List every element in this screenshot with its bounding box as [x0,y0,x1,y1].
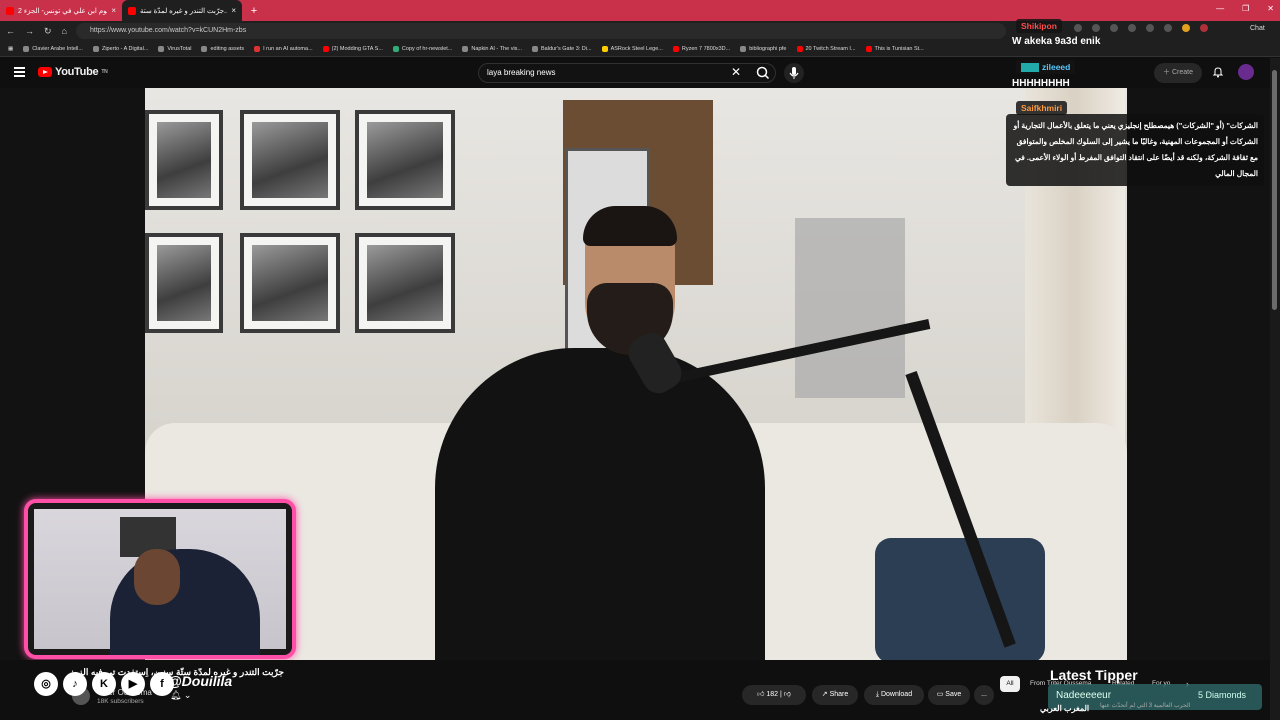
bookmark[interactable]: ASRock Steel Lege... [601,45,663,52]
maximize-icon[interactable]: ❐ [1242,4,1249,13]
scrollbar-thumb[interactable] [1272,70,1277,310]
bookmark[interactable]: Ziperto - A Digital... [92,45,148,52]
profile-icon[interactable] [1200,24,1208,32]
avatar[interactable] [1238,64,1254,80]
bookmark[interactable]: Copy of hr-newslet... [392,45,452,52]
tab-title: آخر يوم ابن علي في تونس- الجزء 2 [18,7,107,15]
extension-icon[interactable] [1074,24,1082,32]
youtube-icon [128,6,136,15]
home-icon[interactable]: ⌂ [62,26,67,36]
bookmark[interactable]: Clavier Arabe Intell... [23,45,83,52]
webcam-feed [34,509,286,655]
extension-icon[interactable] [1128,24,1136,32]
chat-username: Saifkhmiri [1016,101,1068,115]
address-bar[interactable]: https://www.youtube.com/watch?v=kCUN2Hm-… [76,23,1006,39]
recommended-title[interactable]: المغرب العربي [1040,704,1089,713]
wall-frame [145,110,223,210]
extension-icon[interactable] [1110,24,1118,32]
speaker-hair [583,206,677,246]
bookmark[interactable]: (2) Modding GTA S... [322,45,383,52]
chat-message: الشركات" (أو "الشركات") هيمصطلح إنجليزي … [1006,114,1264,186]
bookmark[interactable]: I run an AI automa... [254,45,313,52]
forward-icon[interactable]: → [25,26,34,36]
search-icon[interactable] [750,63,776,83]
tipper-name: Nadeeeeeur [1056,690,1112,701]
social-icons: ◎ ♪ K ▶ f [34,672,174,696]
badge-icon [1021,63,1039,73]
bookmark[interactable]: Napkin AI - The vis... [462,45,522,52]
kick-icon: K [92,672,116,696]
download-button[interactable]: ⤓ Download [864,685,924,705]
save-button[interactable]: ▭ Save [928,685,970,705]
mic-icon[interactable] [784,63,804,83]
back-icon[interactable]: ← [6,26,15,36]
speaker [435,348,765,660]
chat-username: Shikipon [1016,19,1062,33]
like-button[interactable]: 👍︎ 182 | 👎︎ [742,685,806,705]
streamer-face [134,549,180,605]
subscriber-count: 18K subscribers [97,698,144,705]
close-window-icon[interactable]: ✕ [1267,4,1274,13]
youtube-icon [6,6,14,15]
wall-frame [145,233,223,333]
recommended-subtitle[interactable]: الحرب العالمية 3 التي لم أتحدّث عنها [1100,702,1190,709]
browser-tab-active[interactable]: جرّبت التندر و غيره لمدّة ستة... × [122,0,242,21]
extension-icon[interactable] [1146,24,1154,32]
extension-icon[interactable] [1164,24,1172,32]
chip-all[interactable]: All [1000,676,1020,692]
create-button[interactable]: ＋ Create [1154,63,1202,83]
youtube-logo[interactable]: YouTube TN [38,66,108,78]
extension-icon[interactable] [1092,24,1100,32]
share-button[interactable]: ↗ Share [812,685,858,705]
chat-message: W akeka 9a3d enik [1012,36,1101,47]
streamer-handle: @Douilila [168,673,233,689]
new-tab-button[interactable]: + [246,5,262,17]
bookmark[interactable]: Ryzen 7 7800x3D... [672,45,730,52]
extension-icons [1074,24,1208,32]
bookmark[interactable]: 20 Twitch Stream I... [796,45,856,52]
minimize-icon[interactable]: — [1216,4,1224,13]
bookmark[interactable]: Baldur's Gate 3: Di... [532,45,592,52]
wall-frame [240,110,340,210]
youtube-icon: ▶ [121,672,145,696]
pillow [875,538,1045,660]
bookmark[interactable]: VirusTotal [158,45,191,52]
tiktok-icon: ♪ [63,672,87,696]
youtube-play-icon [38,67,52,77]
chat-message: HHHHHHHH [1012,78,1070,89]
menu-icon[interactable] [14,67,25,77]
window-controls: — ❐ ✕ [1216,4,1274,13]
wall-frame [355,233,455,333]
latest-tipper-title: Latest Tipper [1050,667,1138,683]
cabinet [795,218,905,398]
bookmark[interactable]: bibliographi pfe [740,45,787,52]
youtube-header: YouTube TN laya breaking news ✕ ＋ Create [0,58,1280,88]
browser-tab-strip: آخر يوم ابن علي في تونس- الجزء 2 × جرّبت… [0,0,1280,21]
tab-title: جرّبت التندر و غيره لمدّة ستة... [140,7,227,15]
bell-icon[interactable] [1212,66,1224,78]
close-icon[interactable]: × [111,6,116,15]
extension-icon[interactable] [1182,24,1190,32]
reload-icon[interactable]: ↻ [44,26,52,37]
wall-frame [240,233,340,333]
tipper-amount: 5 Diamonds [1198,690,1247,700]
more-options-button[interactable]: ... [974,685,994,705]
chat-username: zileeed [1016,60,1076,74]
webcam-overlay [24,499,296,659]
chat-label[interactable]: Chat [1250,25,1265,32]
browser-tab[interactable]: آخر يوم ابن علي في تونس- الجزء 2 × [0,0,122,21]
clear-icon[interactable]: ✕ [731,65,741,79]
close-icon[interactable]: × [231,6,236,15]
wall-frame [355,110,455,210]
apps-icon[interactable]: ▦ [8,46,13,52]
streamer [110,549,260,655]
bookmark[interactable]: This is Tunisian St... [865,45,924,52]
bookmark[interactable]: editing assets [201,45,244,52]
instagram-icon: ◎ [34,672,58,696]
